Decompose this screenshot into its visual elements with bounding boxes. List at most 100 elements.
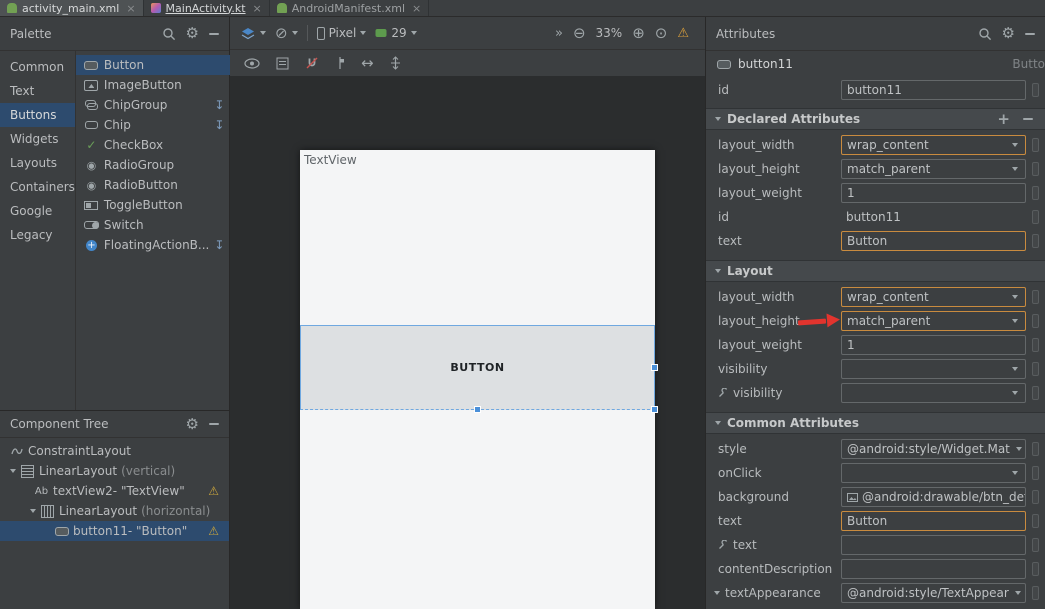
- button-widget[interactable]: BUTTON: [300, 325, 655, 410]
- visibility-combo[interactable]: [841, 359, 1026, 379]
- background-input[interactable]: @android:drawable/btn_defau: [841, 487, 1026, 507]
- palette-item-togglebutton[interactable]: ToggleButton: [76, 195, 232, 215]
- hide-panel-icon[interactable]: [209, 33, 219, 35]
- tools-text-input[interactable]: [841, 535, 1026, 555]
- tools-attribute-toggle[interactable]: [1032, 210, 1039, 224]
- palette-category-containers[interactable]: Containers: [0, 175, 75, 199]
- tools-attribute-toggle[interactable]: [1032, 234, 1039, 248]
- textview-widget[interactable]: TextView: [304, 153, 357, 167]
- search-icon[interactable]: [162, 27, 176, 41]
- tools-attribute-toggle[interactable]: [1032, 386, 1039, 400]
- orientation-dropdown[interactable]: ⊘: [275, 26, 298, 41]
- tools-attribute-toggle[interactable]: [1032, 466, 1039, 480]
- collapse-arrow-icon[interactable]: [30, 509, 36, 513]
- tools-attribute-toggle[interactable]: [1032, 83, 1039, 97]
- collapse-arrow-icon[interactable]: [714, 591, 720, 595]
- tools-attribute-toggle[interactable]: [1032, 586, 1039, 600]
- tools-attribute-toggle[interactable]: [1032, 562, 1039, 576]
- gear-icon[interactable]: ⚙: [1002, 26, 1015, 41]
- palette-item-chipgroup[interactable]: ChipGroup ↧: [76, 95, 232, 115]
- device-artboard[interactable]: TextView BUTTON: [300, 150, 655, 609]
- search-icon[interactable]: [978, 27, 992, 41]
- tools-visibility-combo[interactable]: [841, 383, 1026, 403]
- style-combo[interactable]: @android:style/Widget.Mat: [841, 439, 1026, 459]
- palette-item-imagebutton[interactable]: ImageButton: [76, 75, 232, 95]
- palette-item-button[interactable]: Button: [76, 55, 232, 75]
- palette-item-switch[interactable]: Switch: [76, 215, 232, 235]
- layout-width-combo[interactable]: wrap_content: [841, 287, 1026, 307]
- palette-item-chip[interactable]: Chip ↧: [76, 115, 232, 135]
- palette-item-radiogroup[interactable]: RadioGroup: [76, 155, 232, 175]
- tools-attribute-toggle[interactable]: [1032, 538, 1039, 552]
- layout-weight-input[interactable]: 1: [841, 335, 1026, 355]
- tree-item-button11[interactable]: button11- "Button" ⚠: [0, 521, 229, 541]
- resize-handle-corner[interactable]: [651, 406, 658, 413]
- tools-attribute-toggle[interactable]: [1032, 290, 1039, 304]
- close-tab-icon[interactable]: ×: [126, 2, 135, 15]
- palette-category-common[interactable]: Common: [0, 55, 75, 79]
- onclick-combo[interactable]: [841, 463, 1026, 483]
- design-canvas[interactable]: TextView BUTTON: [230, 76, 705, 609]
- hide-panel-icon[interactable]: [209, 423, 219, 425]
- palette-item-radiobutton[interactable]: RadioButton: [76, 175, 232, 195]
- design-surface-dropdown[interactable]: [240, 27, 266, 40]
- tree-item-textview2[interactable]: textView2- "TextView" ⚠: [0, 481, 229, 501]
- resize-handle-bottom[interactable]: [474, 406, 481, 413]
- gear-icon[interactable]: ⚙: [186, 26, 199, 41]
- text-input[interactable]: Button: [841, 231, 1026, 251]
- palette-item-floatingactionbutton[interactable]: FloatingActionB... ↧: [76, 235, 232, 255]
- autoconnect-magnet-off-icon[interactable]: [305, 56, 319, 70]
- tools-attribute-toggle[interactable]: [1032, 362, 1039, 376]
- layout-width-combo[interactable]: wrap_content: [841, 135, 1026, 155]
- palette-category-widgets[interactable]: Widgets: [0, 127, 75, 151]
- tree-item-constraintlayout[interactable]: ConstraintLayout: [0, 441, 229, 461]
- tools-attribute-toggle[interactable]: [1032, 314, 1039, 328]
- tree-item-linearlayout-vertical[interactable]: LinearLayout (vertical): [0, 461, 229, 481]
- zoom-in-icon[interactable]: ⊕: [632, 26, 645, 41]
- declared-attributes-section-header[interactable]: Declared Attributes +: [706, 108, 1045, 130]
- tab-androidmanifest-xml[interactable]: AndroidManifest.xml ×: [270, 0, 429, 16]
- tools-attribute-toggle[interactable]: [1032, 138, 1039, 152]
- tab-mainactivity-kt[interactable]: MainActivity.kt ×: [144, 0, 270, 16]
- tools-attribute-toggle[interactable]: [1032, 442, 1039, 456]
- tools-attribute-toggle[interactable]: [1032, 186, 1039, 200]
- gear-icon[interactable]: ⚙: [186, 417, 199, 432]
- tree-item-linearlayout-horizontal[interactable]: LinearLayout (horizontal): [0, 501, 229, 521]
- api-level-dropdown[interactable]: 29: [375, 26, 416, 40]
- warnings-button[interactable]: ⚠: [677, 26, 689, 41]
- text-input[interactable]: Button: [841, 511, 1026, 531]
- tools-attribute-toggle[interactable]: [1032, 490, 1039, 504]
- close-tab-icon[interactable]: ×: [253, 2, 262, 15]
- close-tab-icon[interactable]: ×: [412, 2, 421, 15]
- add-attribute-icon[interactable]: +: [997, 112, 1010, 127]
- contentdescription-input[interactable]: [841, 559, 1026, 579]
- palette-category-legacy[interactable]: Legacy: [0, 223, 75, 247]
- palette-item-checkbox[interactable]: CheckBox: [76, 135, 232, 155]
- collapse-arrow-icon[interactable]: [10, 469, 16, 473]
- hide-panel-icon[interactable]: [1025, 33, 1035, 35]
- palette-category-google[interactable]: Google: [0, 199, 75, 223]
- device-dropdown[interactable]: Pixel: [317, 26, 367, 40]
- tools-attribute-toggle[interactable]: [1032, 514, 1039, 528]
- select-surface-icon[interactable]: [276, 57, 289, 70]
- tools-attribute-toggle[interactable]: [1032, 162, 1039, 176]
- palette-category-layouts[interactable]: Layouts: [0, 151, 75, 175]
- tools-attribute-toggle[interactable]: [1032, 338, 1039, 352]
- palette-category-text[interactable]: Text: [0, 79, 75, 103]
- zoom-fit-icon[interactable]: ⊙: [655, 26, 668, 41]
- layout-section-header[interactable]: Layout: [706, 260, 1045, 282]
- palette-category-buttons[interactable]: Buttons: [0, 103, 75, 127]
- layout-weight-input[interactable]: 1: [841, 183, 1026, 203]
- remove-attribute-icon[interactable]: [1023, 118, 1033, 120]
- tab-activity-main-xml[interactable]: activity_main.xml ×: [0, 0, 144, 16]
- layout-height-combo[interactable]: match_parent: [841, 159, 1026, 179]
- layout-height-combo[interactable]: match_parent: [841, 311, 1026, 331]
- toolbar-overflow-icon[interactable]: »: [555, 27, 563, 40]
- textappearance-combo[interactable]: @android:style/TextAppear: [841, 583, 1026, 603]
- default-margins-icon[interactable]: [335, 56, 345, 70]
- infer-constraints-icon[interactable]: [390, 56, 401, 70]
- id-input[interactable]: button11: [841, 80, 1026, 100]
- zoom-out-icon[interactable]: ⊖: [573, 26, 586, 41]
- common-attributes-section-header[interactable]: Common Attributes: [706, 412, 1045, 434]
- clear-constraints-icon[interactable]: ↔: [361, 56, 374, 71]
